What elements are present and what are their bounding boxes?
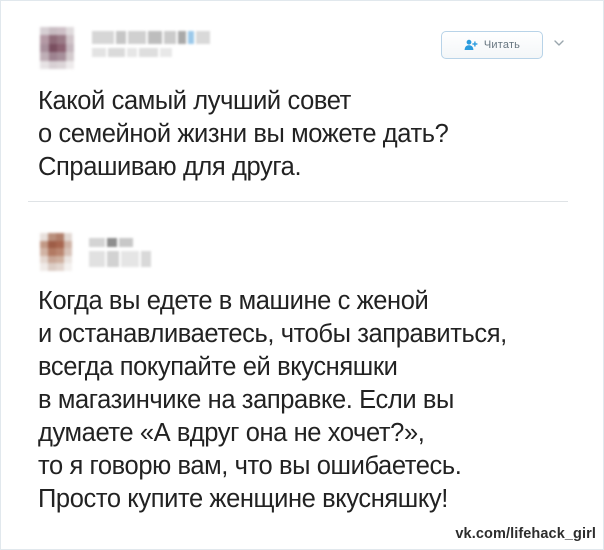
divider <box>28 201 568 202</box>
user-name-blurred[interactable] <box>89 238 139 247</box>
follow-button[interactable]: Читать <box>441 31 543 59</box>
follow-label: Читать <box>483 39 521 51</box>
tweet-text: Какой самый лучший совет о семейной жизн… <box>38 87 449 181</box>
tweet-text: Когда вы едете в машине с женой и остана… <box>38 287 507 513</box>
add-user-icon <box>464 39 478 50</box>
avatar[interactable] <box>40 27 74 69</box>
user-name-blurred[interactable] <box>92 31 214 44</box>
avatar[interactable] <box>40 233 72 271</box>
user-handle-blurred[interactable] <box>89 251 153 267</box>
user-handle-blurred[interactable] <box>92 48 172 57</box>
watermark: vk.com/lifehack_girl <box>455 526 596 542</box>
chevron-down-icon[interactable] <box>553 38 565 48</box>
